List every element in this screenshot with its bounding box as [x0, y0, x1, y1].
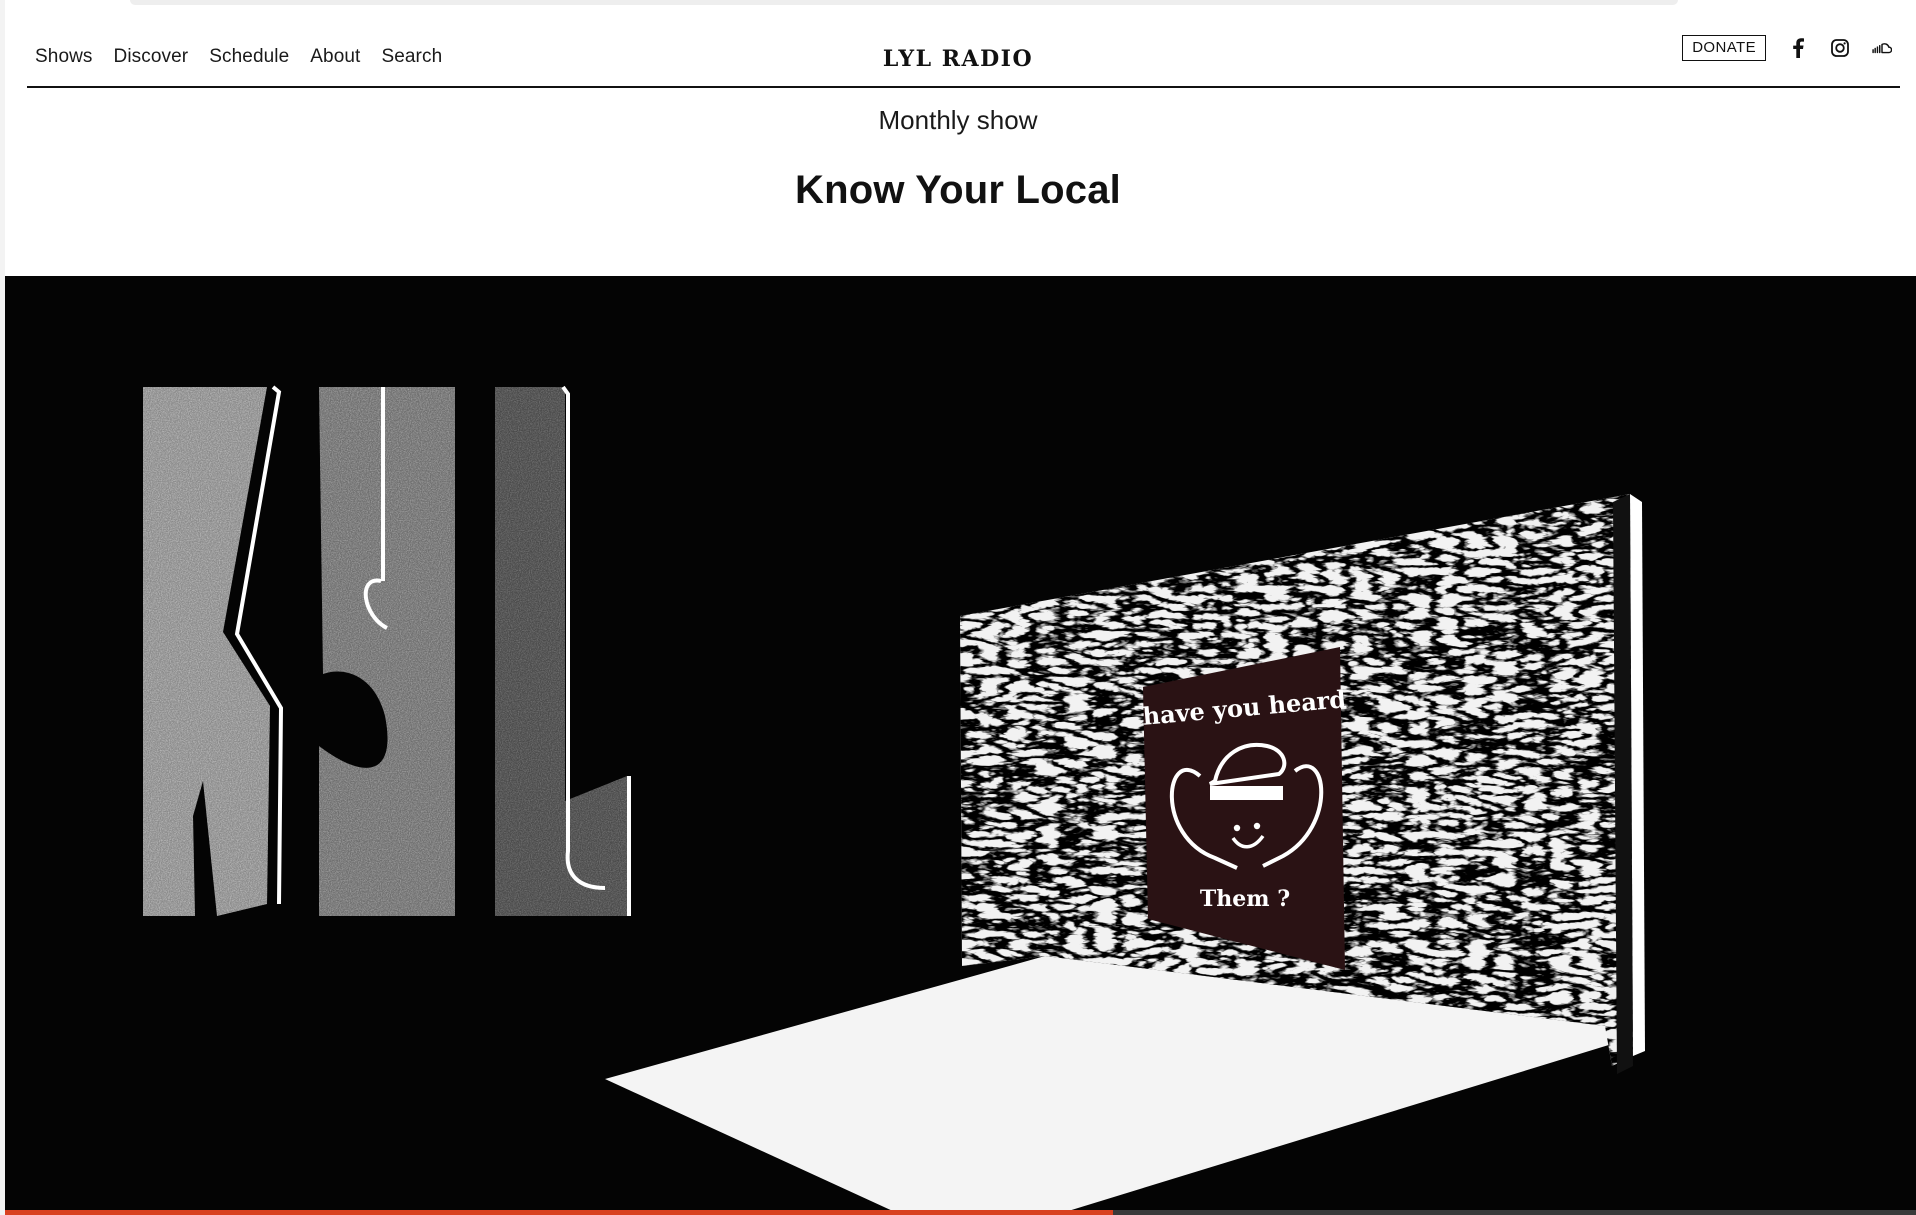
- player-progress-fill: [5, 1210, 1114, 1215]
- site-header: Shows Discover Schedule About Search LYL…: [0, 10, 1916, 88]
- facebook-icon[interactable]: [1788, 37, 1808, 59]
- show-title: Know Your Local: [795, 168, 1121, 212]
- kyl-letters-graphic: [143, 385, 631, 916]
- soundcloud-icon[interactable]: [1872, 37, 1892, 59]
- player-progress-bar[interactable]: [5, 1210, 1916, 1215]
- header-actions: DONATE: [1682, 35, 1892, 61]
- browser-top-strip: [130, 0, 1678, 5]
- donate-button[interactable]: DONATE: [1682, 35, 1766, 61]
- show-frequency: Monthly show: [878, 105, 1038, 135]
- poster-bottom-text: Them ?: [1200, 886, 1290, 912]
- site-logo[interactable]: LYL RADIO: [0, 46, 1916, 72]
- header-divider: [27, 86, 1900, 88]
- show-cover-artwork: have you heard Them ?: [5, 276, 1916, 1212]
- have-you-heard-them-poster: have you heard Them ?: [1141, 647, 1347, 970]
- instagram-icon[interactable]: [1830, 37, 1850, 59]
